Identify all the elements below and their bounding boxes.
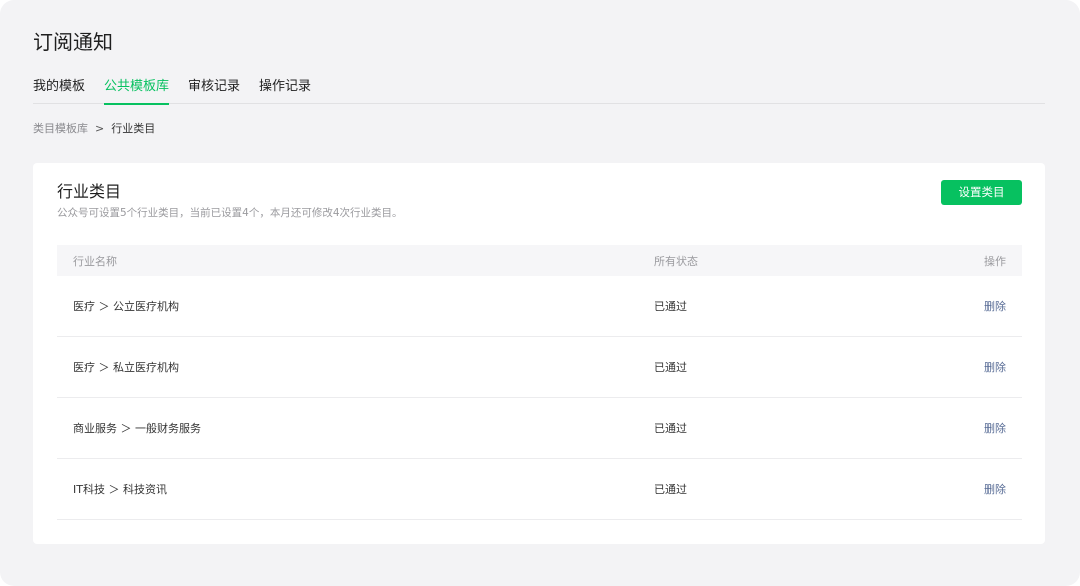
delete-link[interactable]: 删除 — [984, 422, 1006, 435]
tab-review-records[interactable]: 审核记录 — [188, 76, 240, 104]
status-cell: 已通过 — [654, 300, 687, 313]
breadcrumb-current: 行业类目 — [111, 122, 156, 135]
breadcrumb: 类目模板库 > 行业类目 — [33, 121, 155, 137]
card-description: 公众号可设置5个行业类目，当前已设置4个，本月还可修改4次行业类目。 — [57, 207, 403, 219]
breadcrumb-parent-link[interactable]: 类目模板库 — [33, 121, 88, 137]
header-status-filter[interactable]: 所有状态 — [638, 253, 938, 269]
card-title: 行业类目 — [57, 182, 122, 201]
set-category-button[interactable]: 设置类目 — [941, 180, 1022, 205]
delete-link[interactable]: 删除 — [984, 361, 1006, 374]
delete-link[interactable]: 删除 — [984, 483, 1006, 496]
delete-link[interactable]: 删除 — [984, 300, 1006, 313]
breadcrumb-separator: > — [95, 122, 105, 135]
tab-public-template-library[interactable]: 公共模板库 — [104, 76, 170, 105]
industry-category-card: 行业类目 公众号可设置5个行业类目，当前已设置4个，本月还可修改4次行业类目。 … — [33, 163, 1045, 544]
tab-operation-records[interactable]: 操作记录 — [259, 76, 311, 104]
page-container: 订阅通知 我的模板 公共模板库 审核记录 操作记录 类目模板库 > 行业类目 行… — [0, 0, 1080, 586]
table-row: IT科技 ＞ 科技资讯 已通过 删除 — [57, 459, 1022, 520]
industry-name-cell: IT科技 ＞ 科技资讯 — [73, 483, 167, 496]
status-cell: 已通过 — [654, 361, 687, 374]
table-row: 医疗 ＞ 私立医疗机构 已通过 删除 — [57, 337, 1022, 398]
table-row: 医疗 ＞ 公立医疗机构 已通过 删除 — [57, 276, 1022, 337]
industry-table: 行业名称 所有状态 操作 医疗 ＞ 公立医疗机构 已通过 删除 医疗 ＞ 私立医… — [57, 245, 1022, 520]
status-cell: 已通过 — [654, 422, 687, 435]
page-title: 订阅通知 — [33, 30, 113, 54]
table-header: 行业名称 所有状态 操作 — [57, 245, 1022, 276]
tab-my-templates[interactable]: 我的模板 — [33, 76, 85, 104]
table-row: 商业服务 ＞ 一般财务服务 已通过 删除 — [57, 398, 1022, 459]
header-industry-name: 行业名称 — [73, 254, 117, 268]
header-operation: 操作 — [984, 254, 1006, 268]
tab-bar: 我的模板 公共模板库 审核记录 操作记录 — [33, 76, 1045, 105]
industry-name-cell: 医疗 ＞ 公立医疗机构 — [73, 300, 179, 313]
industry-name-cell: 商业服务 ＞ 一般财务服务 — [73, 422, 201, 435]
industry-name-cell: 医疗 ＞ 私立医疗机构 — [73, 361, 179, 374]
status-cell: 已通过 — [654, 483, 687, 496]
